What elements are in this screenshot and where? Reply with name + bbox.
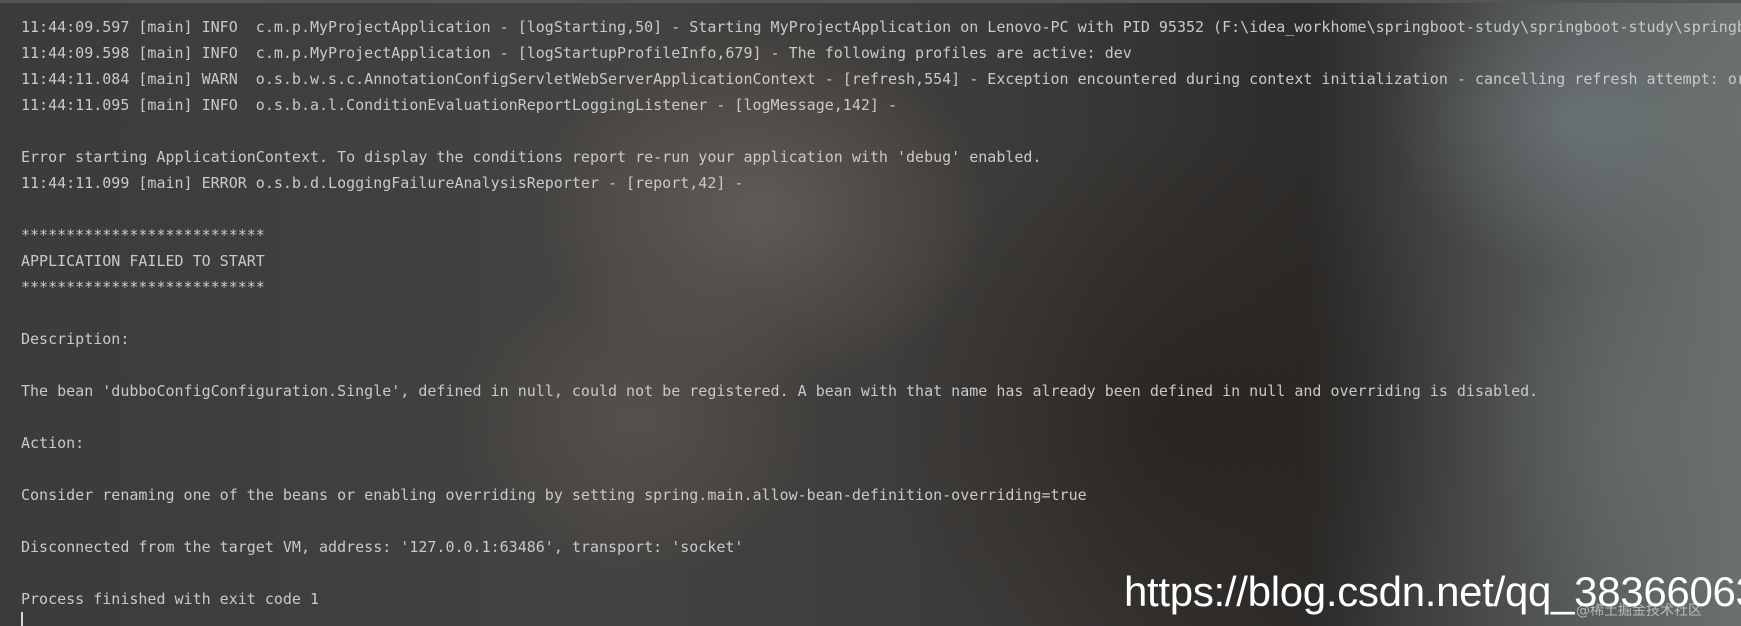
panel-top-border (0, 0, 1741, 3)
console-line: Description: (21, 330, 130, 348)
console-line: Error starting ApplicationContext. To di… (21, 148, 1042, 166)
console-line: Consider renaming one of the beans or en… (21, 486, 1087, 504)
console-line: 11:44:11.099 [main] ERROR o.s.b.d.Loggin… (21, 174, 744, 192)
console-line: 11:44:09.597 [main] INFO c.m.p.MyProject… (21, 18, 1741, 36)
text-cursor (21, 612, 23, 626)
watermark-faint: @稀土掘金技术社区 (1576, 603, 1702, 619)
console-line: APPLICATION FAILED TO START (21, 252, 265, 270)
console-line: *************************** (21, 278, 265, 296)
console-line: The bean 'dubboConfigConfiguration.Singl… (21, 382, 1539, 400)
console-line: 11:44:11.084 [main] WARN o.s.b.w.s.c.Ann… (21, 70, 1741, 88)
console-line: 11:44:09.598 [main] INFO c.m.p.MyProject… (21, 44, 1132, 62)
console-output-panel[interactable]: 11:44:09.597 [main] INFO c.m.p.MyProject… (0, 0, 1741, 626)
console-line: Disconnected from the target VM, address… (21, 538, 744, 556)
console-line: Action: (21, 434, 85, 452)
console-line: *************************** (21, 226, 265, 244)
console-line: 11:44:11.095 [main] INFO o.s.b.a.l.Condi… (21, 96, 897, 114)
console-lines: 11:44:09.597 [main] INFO c.m.p.MyProject… (21, 14, 1741, 612)
